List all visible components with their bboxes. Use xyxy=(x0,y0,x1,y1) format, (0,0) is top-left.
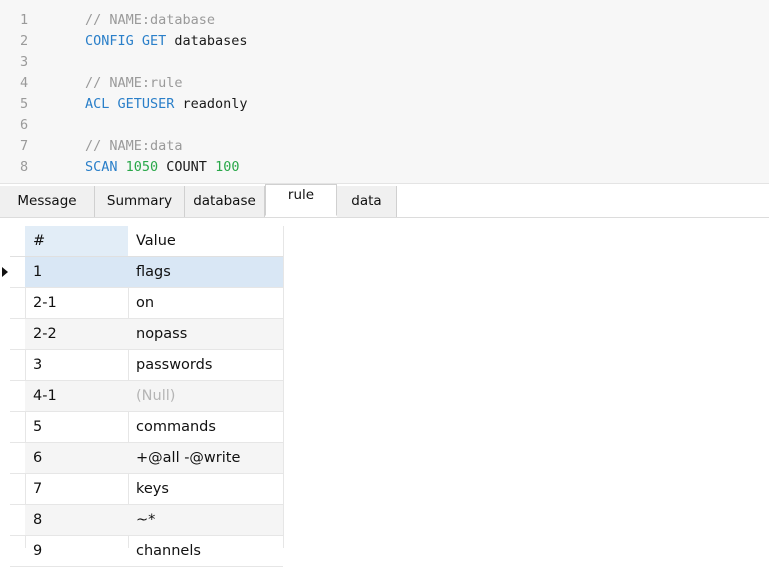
code-text: // NAME:rule xyxy=(85,73,183,94)
code-token-num: 100 xyxy=(206,159,240,175)
cell-value[interactable]: +@all -@write xyxy=(128,443,283,473)
cell-number[interactable]: 5 xyxy=(25,412,128,442)
row-indicator[interactable] xyxy=(0,257,10,287)
tab-data[interactable]: data xyxy=(337,186,397,217)
cell-value[interactable]: (Null) xyxy=(128,381,283,411)
code-line[interactable]: 8 SCAN 1050 COUNT 100 xyxy=(0,157,769,178)
code-token-comment: // NAME:rule xyxy=(85,75,183,91)
tab-summary[interactable]: Summary xyxy=(95,186,185,217)
cell-value[interactable]: nopass xyxy=(128,319,283,349)
cell-number[interactable]: 8 xyxy=(25,505,128,535)
code-token-plain: readonly xyxy=(174,96,248,112)
row-indicator[interactable] xyxy=(0,443,10,473)
code-token-comment: // NAME:database xyxy=(85,12,216,28)
code-token-kw: ACL GETUSER xyxy=(85,96,175,112)
line-number: 5 xyxy=(20,96,29,112)
table-row[interactable]: 8 ~* xyxy=(10,505,283,536)
code-text: CONFIG GET databases xyxy=(85,31,248,52)
code-line[interactable]: 6 xyxy=(0,115,769,136)
cell-value[interactable]: on xyxy=(128,288,283,318)
query-editor[interactable]: 1 // NAME:database 2 CONFIG GET databases 3 4… xyxy=(0,0,769,184)
code-text: SCAN 1050 COUNT 100 xyxy=(85,157,239,178)
code-token-plain: COUNT xyxy=(158,159,207,175)
code-text: // NAME:data xyxy=(85,136,183,157)
cell-number[interactable]: 6 xyxy=(25,443,128,473)
line-number: 7 xyxy=(20,138,29,154)
tab-database[interactable]: database xyxy=(185,186,265,217)
cell-number[interactable]: 9 xyxy=(25,536,128,566)
line-number: 3 xyxy=(20,54,29,70)
cell-value[interactable]: commands xyxy=(128,412,283,442)
row-indicator[interactable] xyxy=(0,381,10,411)
cell-number[interactable]: 1 xyxy=(25,257,128,287)
column-header-number[interactable]: # xyxy=(25,226,128,256)
cell-number[interactable]: 3 xyxy=(25,350,128,380)
table-row[interactable]: 5 commands xyxy=(10,412,283,443)
row-indicator[interactable] xyxy=(0,319,10,349)
line-number: 2 xyxy=(20,33,29,49)
cell-value[interactable]: channels xyxy=(128,536,283,566)
code-line[interactable]: 1 // NAME:database xyxy=(0,10,769,31)
cell-number[interactable]: 4-1 xyxy=(25,381,128,411)
cell-value[interactable]: ~* xyxy=(128,505,283,535)
table-row[interactable]: 1 flags xyxy=(2,257,283,288)
result-tabs: Message Summary database rule data xyxy=(0,184,769,218)
row-indicator[interactable] xyxy=(0,536,10,566)
code-token-comment: // NAME:data xyxy=(85,138,183,154)
cell-value[interactable]: flags xyxy=(128,257,283,287)
cell-value[interactable]: keys xyxy=(128,474,283,504)
code-token-plain: databases xyxy=(166,33,248,49)
code-token-num: 1050 xyxy=(117,159,159,175)
table-row[interactable]: 7 keys xyxy=(10,474,283,505)
column-header-value[interactable]: Value xyxy=(128,226,283,256)
table-row[interactable]: 2-1 on xyxy=(10,288,283,319)
line-number: 4 xyxy=(20,75,29,91)
line-number: 1 xyxy=(20,12,29,28)
code-text: // NAME:database xyxy=(85,10,215,31)
cell-number[interactable]: 7 xyxy=(25,474,128,504)
code-line[interactable]: 4 // NAME:rule xyxy=(0,73,769,94)
table-row[interactable]: 9 channels xyxy=(10,536,283,567)
table-row[interactable]: 3 passwords xyxy=(10,350,283,381)
tab-rule[interactable]: rule xyxy=(265,184,337,216)
code-text: ACL GETUSER readonly xyxy=(85,94,248,115)
line-number: 6 xyxy=(20,117,29,133)
tab-message[interactable]: Message xyxy=(0,186,95,217)
code-line[interactable]: 2 CONFIG GET databases xyxy=(0,31,769,52)
line-number: 8 xyxy=(20,159,29,175)
code-line[interactable]: 5 ACL GETUSER readonly xyxy=(0,94,769,115)
current-row-arrow-icon xyxy=(2,267,8,277)
table-row[interactable]: 6 +@all -@write xyxy=(10,443,283,474)
row-indicator[interactable] xyxy=(0,350,10,380)
row-indicator[interactable] xyxy=(0,288,10,318)
code-token-kw: SCAN xyxy=(85,159,118,175)
cell-number[interactable]: 2-2 xyxy=(25,319,128,349)
row-indicator[interactable] xyxy=(0,505,10,535)
code-line[interactable]: 3 xyxy=(0,52,769,73)
row-indicator[interactable] xyxy=(0,474,10,504)
cell-number[interactable]: 2-1 xyxy=(25,288,128,318)
table-row[interactable]: 2-2 nopass xyxy=(10,319,283,350)
code-token-kw: CONFIG GET xyxy=(85,33,167,49)
row-indicator[interactable] xyxy=(0,412,10,442)
table-row[interactable]: 4-1 (Null) xyxy=(10,381,283,412)
grid-header-row: # Value xyxy=(10,226,283,257)
result-grid[interactable]: # Value 1 flags 2-1 on 2-2 nopass 3 passwords 4-… xyxy=(2,226,284,567)
code-line[interactable]: 7 // NAME:data xyxy=(0,136,769,157)
cell-value[interactable]: passwords xyxy=(128,350,283,380)
grid-right-border xyxy=(283,226,284,548)
